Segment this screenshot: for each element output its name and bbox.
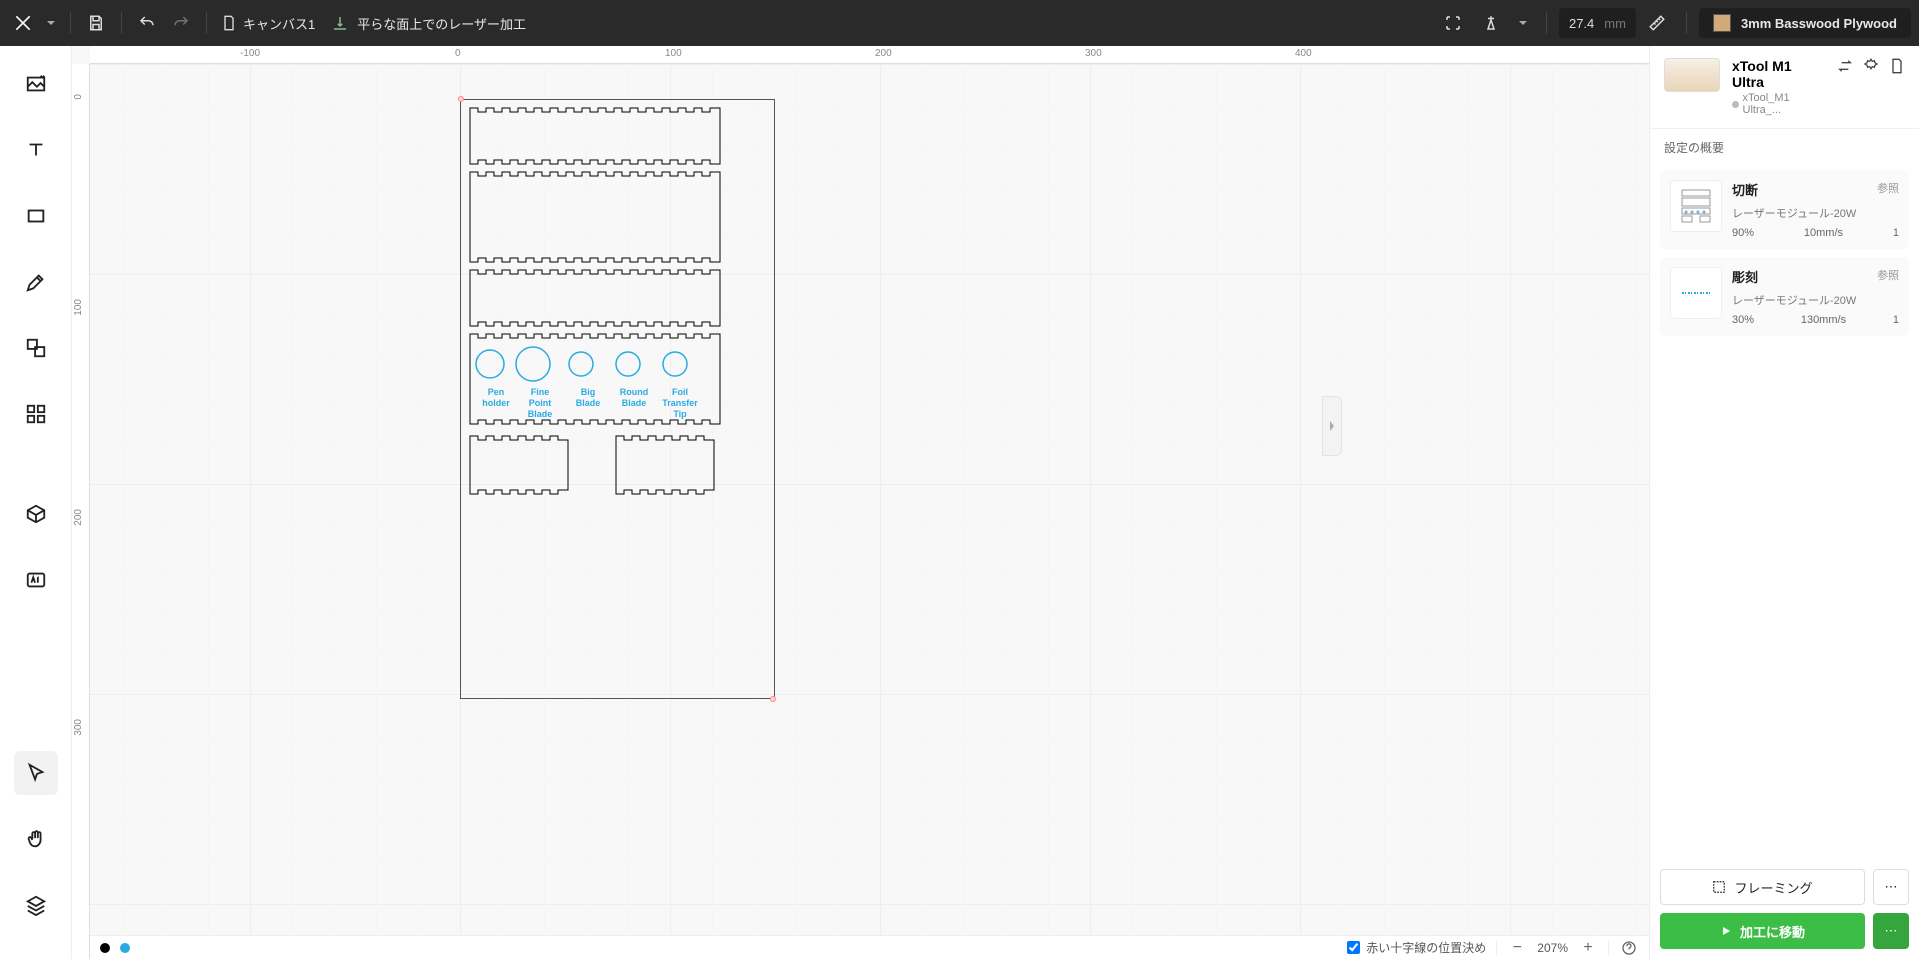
laser-pointer-chevron[interactable] <box>1512 18 1534 28</box>
pen-tool[interactable] <box>14 260 58 304</box>
canvas-tab[interactable]: キャンバス1 <box>215 14 321 33</box>
device-thumbnail <box>1664 58 1720 92</box>
settings-section-title: 設定の概要 <box>1650 128 1919 166</box>
material-swatch <box>1713 14 1731 32</box>
divider <box>70 12 71 34</box>
label-fine-point: FinePointBlade <box>520 387 560 420</box>
device-settings-icon[interactable] <box>1863 58 1879 74</box>
divider <box>1546 12 1547 34</box>
device-header: xTool M1 Ultra xTool_M1 Ultra_... <box>1650 46 1919 128</box>
layer-color-black[interactable] <box>100 943 110 953</box>
crosshair-toggle[interactable]: 赤い十字線の位置決め <box>1347 939 1486 956</box>
action-bar: フレーミング ⋯ 加工に移動 ⋯ <box>1650 859 1919 959</box>
ruler-vertical: 0 100 200 300 <box>72 64 90 959</box>
op-engrave-ref[interactable]: 参照 <box>1877 267 1899 286</box>
framing-button[interactable]: フレーミング <box>1660 869 1865 905</box>
device-status: xTool_M1 Ultra_... <box>1732 92 1825 116</box>
thickness-unit: mm <box>1604 16 1626 31</box>
help-icon[interactable] <box>1619 938 1639 958</box>
thickness-input[interactable]: 27.4 mm <box>1559 8 1636 38</box>
zoom-out-button[interactable]: − <box>1507 938 1527 958</box>
crosshair-end-icon <box>770 696 776 702</box>
panel-collapse-handle[interactable] <box>1322 396 1342 456</box>
status-bar: 赤い十字線の位置決め − 207% + <box>90 935 1649 959</box>
zoom-value: 207% <box>1537 941 1568 955</box>
app-logo[interactable] <box>6 0 40 46</box>
pan-tool[interactable] <box>14 817 58 861</box>
select-tool[interactable] <box>14 751 58 795</box>
material-selector[interactable]: 3mm Basswood Plywood <box>1699 8 1911 38</box>
label-pen-holder: Penholder <box>476 387 516 409</box>
process-menu-button[interactable]: ⋯ <box>1873 913 1909 949</box>
layer-color-cyan[interactable] <box>120 943 130 953</box>
measure-icon[interactable] <box>1640 6 1674 40</box>
apps-tool[interactable] <box>14 392 58 436</box>
ai-tool[interactable] <box>14 558 58 602</box>
laser-mode[interactable]: 平らな面上でのレーザー加工 <box>321 14 536 33</box>
framing-menu-button[interactable]: ⋯ <box>1873 869 1909 905</box>
label-big-blade: BigBlade <box>568 387 608 409</box>
crosshair-origin-icon <box>458 96 464 102</box>
left-toolbar <box>0 46 72 959</box>
op-card-engrave[interactable]: 彫刻参照 レーザーモジュール-20W 30% 130mm/s 1 <box>1660 257 1909 336</box>
design-artwork[interactable] <box>468 106 728 536</box>
divider <box>121 12 122 34</box>
laser-mode-label: 平らな面上でのレーザー加工 <box>357 14 526 33</box>
layers-tool[interactable] <box>14 883 58 927</box>
op-cut-thumb <box>1670 180 1722 232</box>
image-tool[interactable] <box>14 62 58 106</box>
undo-icon[interactable] <box>130 6 164 40</box>
text-tool[interactable] <box>14 128 58 172</box>
divider <box>1686 12 1687 34</box>
canvas-label: キャンバス1 <box>243 14 315 33</box>
material-name: 3mm Basswood Plywood <box>1741 16 1897 31</box>
op-engrave-thumb <box>1670 267 1722 319</box>
save-icon[interactable] <box>79 6 113 40</box>
right-sidebar: xTool M1 Ultra xTool_M1 Ultra_... 設定の概要 <box>1649 46 1919 959</box>
laser-pointer-icon[interactable] <box>1474 6 1508 40</box>
label-foil-tip: FoilTransferTip <box>658 387 702 420</box>
device-swap-icon[interactable] <box>1837 58 1853 74</box>
autofocus-icon[interactable] <box>1436 6 1470 40</box>
thickness-value: 27.4 <box>1569 16 1594 31</box>
process-button[interactable]: 加工に移動 <box>1660 913 1865 949</box>
canvas-area[interactable]: -100 0 100 200 300 400 0 100 200 300 <box>72 46 1649 959</box>
device-name: xTool M1 Ultra <box>1732 58 1825 90</box>
app-header: キャンバス1 平らな面上でのレーザー加工 27.4 mm 3mm Basswoo… <box>0 0 1919 46</box>
divider <box>206 12 207 34</box>
ruler-horizontal: -100 0 100 200 300 400 <box>90 46 1649 64</box>
device-doc-icon[interactable] <box>1889 58 1905 74</box>
redo-icon[interactable] <box>164 6 198 40</box>
op-card-cut[interactable]: 切断参照 レーザーモジュール-20W 90% 10mm/s 1 <box>1660 170 1909 249</box>
box-tool[interactable] <box>14 492 58 536</box>
app-menu-chevron[interactable] <box>40 18 62 28</box>
canvas-stage[interactable]: Penholder FinePointBlade BigBlade RoundB… <box>90 64 1649 935</box>
shape-tool[interactable] <box>14 326 58 370</box>
zoom-in-button[interactable]: + <box>1578 938 1598 958</box>
status-dot-icon <box>1732 101 1739 108</box>
crosshair-checkbox[interactable] <box>1347 941 1360 954</box>
rectangle-tool[interactable] <box>14 194 58 238</box>
label-round-blade: RoundBlade <box>612 387 656 409</box>
op-cut-ref[interactable]: 参照 <box>1877 180 1899 199</box>
